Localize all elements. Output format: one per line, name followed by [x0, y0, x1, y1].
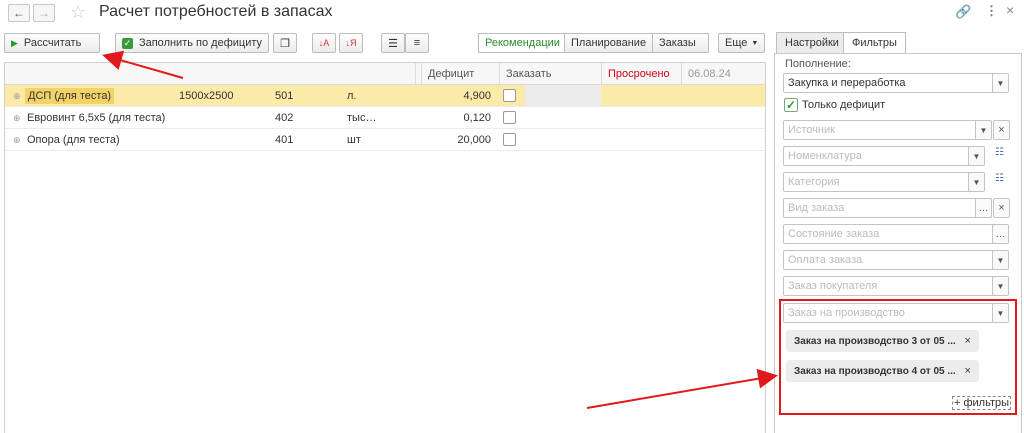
- arrow-to-calculate: [102, 50, 184, 79]
- arrow-to-filters: [586, 368, 778, 409]
- annotation-arrows: [102, 50, 778, 409]
